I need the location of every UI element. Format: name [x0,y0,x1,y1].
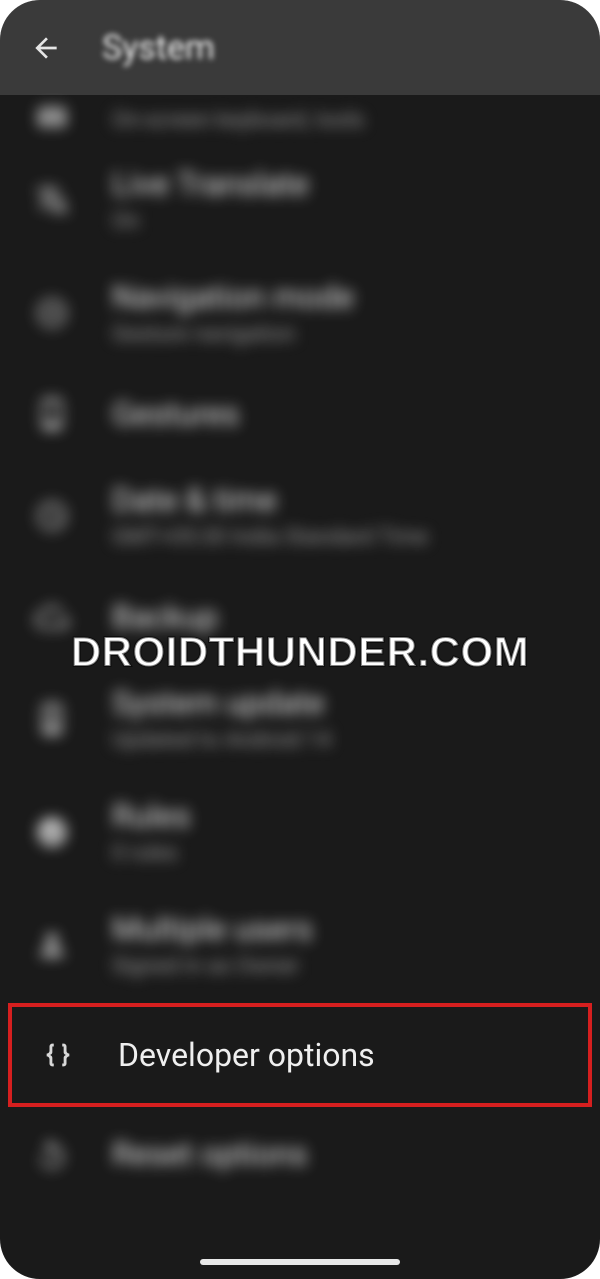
clock-icon [28,492,76,540]
app-header: System [0,0,600,95]
list-item[interactable]: System update Updated to Android 14 [0,662,600,775]
list-item[interactable]: Multiple users Signed in as Owner [0,888,600,1001]
list-item-label: Gestures [112,395,239,433]
list-item-developer-options[interactable]: Developer options [8,1003,592,1107]
braces-icon [34,1031,82,1079]
list-item[interactable]: Reset options [0,1109,600,1199]
list-item[interactable]: Gestures [0,369,600,459]
list-item[interactable]: Live Translate On [0,143,600,256]
keyboard-icon [28,101,76,133]
list-item-label: Navigation mode [112,278,354,316]
settings-list: On-screen keyboard, tools Live Translate… [0,95,600,1199]
list-item-label: Multiple users [112,910,313,948]
list-item[interactable]: Backup [0,572,600,662]
list-item-secondary: On [112,209,309,234]
home-indicator[interactable] [200,1259,400,1265]
list-item-secondary: 0 rules [112,841,191,866]
reset-icon [28,1130,76,1178]
phone-frame: System On-screen keyboard, tools Live Tr… [0,0,600,1279]
list-item-label: Live Translate [112,165,309,203]
navigation-icon [28,289,76,337]
translate-icon [28,176,76,224]
person-icon [28,921,76,969]
list-item-secondary: Updated to Android 14 [112,728,331,753]
list-item-secondary: GMT+05:30 India Standard Time [112,525,428,550]
list-item-secondary: On-screen keyboard, tools [112,108,364,133]
list-item-label: System update [112,684,331,722]
list-item-label: Developer options [118,1036,375,1074]
list-item[interactable]: Rules 0 rules [0,775,600,888]
list-item[interactable]: Date & time GMT+05:30 India Standard Tim… [0,459,600,572]
list-item-secondary: Gesture navigation [112,322,354,347]
rules-icon [28,808,76,856]
list-item-secondary: Signed in as Owner [112,954,313,979]
back-arrow-icon[interactable] [30,32,62,64]
cloud-icon [28,593,76,641]
list-item[interactable]: Navigation mode Gesture navigation [0,256,600,369]
system-update-icon [28,695,76,743]
list-item[interactable]: On-screen keyboard, tools [0,95,600,143]
list-item-label: Date & time [112,481,428,519]
list-item-label: Reset options [112,1135,307,1173]
list-item-label: Backup [112,598,218,636]
page-title: System [102,28,215,68]
phone-icon [28,390,76,438]
list-item-label: Rules [112,797,191,835]
